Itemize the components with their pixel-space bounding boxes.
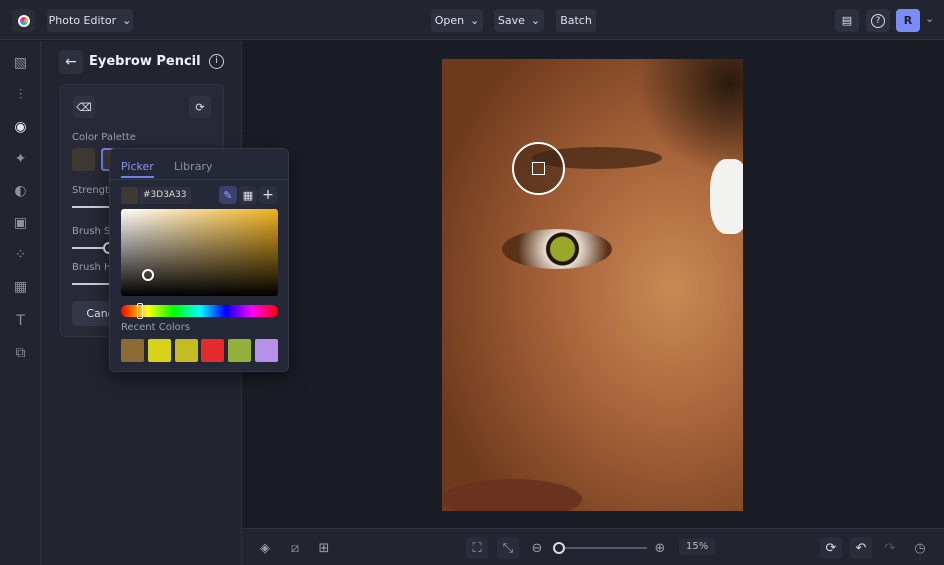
eraser-button[interactable]: ⌫ (73, 96, 95, 118)
save-button[interactable]: Save ⌄ (494, 9, 544, 32)
tool-rail: ▧ ⫶ ◉ ✦ ◐ ▣ ⁘ ▦ T ⧉ (0, 41, 41, 565)
eyedropper-button[interactable]: ✎ (219, 186, 237, 204)
app-menu-button[interactable]: Photo Editor ⌄ (47, 9, 133, 32)
layers-icon[interactable]: ◈ (254, 537, 276, 559)
batch-button[interactable]: Batch (556, 9, 596, 32)
refresh-icon: ⟳ (195, 100, 205, 114)
saturation-value-area[interactable] (121, 209, 278, 296)
app-label: Photo Editor (48, 14, 117, 27)
image-icon[interactable]: ▧ (12, 55, 29, 72)
lips (442, 479, 582, 511)
chevron-down-icon: ⌄ (470, 14, 480, 27)
info-icon[interactable]: i (209, 54, 224, 69)
chevron-down-icon: ⌄ (122, 14, 132, 27)
eye (502, 229, 612, 269)
batch-label: Batch (560, 14, 592, 27)
history-icon[interactable]: ◷ (909, 537, 931, 559)
graphics-icon[interactable]: ⁘ (12, 247, 29, 264)
logo-icon (17, 14, 30, 27)
recent-color-swatch[interactable] (201, 339, 224, 362)
recent-color-swatch[interactable] (148, 339, 171, 362)
actual-size-icon[interactable]: ⤡ (497, 537, 519, 559)
eye-icon[interactable]: ◉ (12, 119, 29, 136)
comment-icon: ▤ (841, 14, 853, 27)
flower (710, 159, 743, 234)
help-button[interactable]: ? (866, 9, 890, 32)
add-color-button[interactable]: + (259, 186, 277, 204)
reset-button[interactable]: ⟳ (189, 96, 211, 118)
eyedropper-icon: ✎ (223, 188, 233, 202)
grid-button[interactable]: ▦ (239, 186, 257, 204)
chevron-down-icon[interactable]: ⌄ (925, 12, 934, 25)
tab-library[interactable]: Library (174, 160, 212, 173)
fit-screen-icon[interactable]: ⛶ (466, 537, 488, 559)
adjust-icon[interactable]: ⫶ (12, 87, 29, 104)
effects-icon[interactable]: ✦ (12, 151, 29, 168)
plus-icon: + (262, 187, 274, 203)
recent-color-swatch[interactable] (255, 339, 278, 362)
arrow-left-icon: ← (65, 54, 77, 70)
color-picker-popover: Picker Library #3D3A33 ✎ ▦ + Recent Colo… (109, 148, 289, 372)
color-selector-handle[interactable] (142, 269, 154, 281)
open-label: Open (434, 14, 465, 27)
eraser-icon: ⌫ (76, 100, 92, 114)
chevron-down-icon: ⌄ (530, 14, 541, 27)
grid-icon: ▦ (242, 188, 254, 202)
recent-color-swatch[interactable] (175, 339, 198, 362)
refresh-icon[interactable]: ⟳ (820, 537, 842, 559)
square-icon (532, 162, 545, 175)
recent-color-swatch[interactable] (228, 339, 251, 362)
current-color-swatch (121, 187, 138, 204)
feedback-button[interactable]: ▤ (835, 9, 859, 32)
hue-handle[interactable] (137, 303, 143, 319)
texture-icon[interactable]: ▦ (12, 279, 29, 296)
photo[interactable] (442, 59, 743, 511)
hue-slider[interactable] (121, 305, 278, 317)
help-icon: ? (871, 13, 885, 28)
text-icon[interactable]: T (12, 313, 29, 330)
hex-input[interactable]: #3D3A33 (139, 187, 191, 204)
tab-picker[interactable]: Picker (121, 160, 154, 178)
logo-button[interactable] (12, 9, 35, 32)
recent-color-swatch[interactable] (121, 339, 144, 362)
layers-icon[interactable]: ⧉ (12, 345, 29, 362)
open-button[interactable]: Open ⌄ (431, 9, 483, 32)
zoom-slider[interactable] (559, 547, 647, 549)
grid-view-icon[interactable]: ⊞ (313, 537, 335, 559)
zoom-slider-thumb[interactable] (553, 542, 565, 554)
avatar[interactable]: R (896, 9, 920, 32)
back-button[interactable]: ← (59, 50, 83, 74)
color-palette-label: Color Palette (72, 132, 136, 143)
bottom-bar: ◈ ⧄ ⊞ ⛶ ⤡ ⊖ ⊕ 15% ⟳ ↶ ↷ ◷ (242, 528, 944, 565)
divider (110, 179, 288, 180)
undo-icon[interactable]: ↶ (850, 537, 872, 559)
save-label: Save (497, 14, 525, 27)
recent-colors-label: Recent Colors (121, 322, 191, 333)
redo-icon[interactable]: ↷ (879, 537, 901, 559)
palette-swatch[interactable] (72, 148, 95, 171)
panel-title: Eyebrow Pencil (89, 54, 201, 69)
avatar-initial: R (903, 14, 913, 27)
palette-icon[interactable]: ◐ (12, 183, 29, 200)
compare-icon[interactable]: ⧄ (284, 537, 306, 559)
zoom-in-icon[interactable]: ⊕ (649, 537, 671, 559)
top-bar: Photo Editor ⌄ Open ⌄ Save ⌄ Batch ▤ ? R ⌄ (0, 0, 944, 40)
zoom-out-icon[interactable]: ⊖ (526, 537, 548, 559)
brush-cursor (512, 142, 565, 195)
frame-icon[interactable]: ▣ (12, 215, 29, 232)
zoom-level[interactable]: 15% (679, 538, 716, 555)
